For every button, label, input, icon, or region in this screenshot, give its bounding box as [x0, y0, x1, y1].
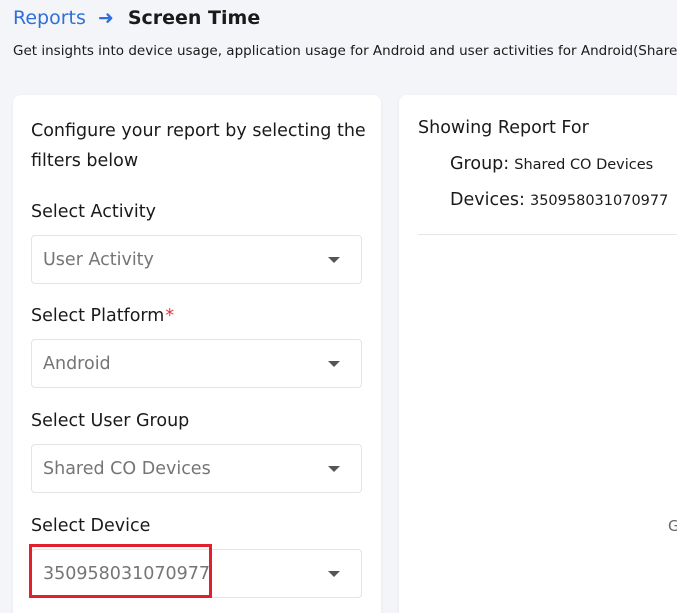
page-subtitle: Get insights into device usage, applicat…	[13, 43, 677, 59]
device-label: Select Device	[31, 516, 151, 536]
required-asterisk: *	[165, 306, 175, 326]
report-devices-label: Devices:	[450, 190, 525, 210]
user-group-label: Select User Group	[31, 411, 190, 431]
report-group-value: Shared CO Devices	[514, 157, 654, 173]
arrow-right-icon: ➜	[97, 7, 114, 29]
platform-select-value: Android	[43, 353, 111, 374]
filters-panel: Configure your report by selecting the f…	[13, 95, 381, 613]
user-group-select-value: Shared CO Devices	[43, 458, 211, 479]
report-title: Showing Report For	[418, 118, 589, 138]
report-group-label: Group:	[450, 154, 510, 174]
breadcrumb-reports-link[interactable]: Reports	[13, 7, 86, 29]
caret-down-icon	[328, 466, 340, 472]
report-panel: Showing Report For Group: Shared CO Devi…	[399, 95, 677, 613]
activity-select[interactable]: User Activity	[31, 235, 362, 284]
report-devices-row: Devices: 350958031070977	[450, 190, 668, 210]
divider	[418, 234, 677, 235]
filters-heading: Configure your report by selecting the f…	[31, 121, 366, 171]
activity-select-value: User Activity	[43, 249, 154, 270]
device-select[interactable]: 350958031070977	[31, 549, 362, 598]
caret-down-icon	[328, 361, 340, 367]
breadcrumb: Reports ➜ Screen Time	[13, 7, 260, 29]
platform-label: Select Platform*	[31, 306, 174, 326]
platform-select[interactable]: Android	[31, 339, 362, 388]
page-title: Screen Time	[127, 7, 261, 29]
report-devices-value: 350958031070977	[529, 193, 669, 209]
platform-label-text: Select Platform	[31, 306, 165, 326]
caret-down-icon	[328, 571, 340, 577]
report-edge-text: G	[668, 517, 677, 535]
caret-down-icon	[328, 257, 340, 263]
report-group-row: Group: Shared CO Devices	[450, 154, 653, 174]
device-select-value: 350958031070977	[43, 563, 211, 584]
user-group-select[interactable]: Shared CO Devices	[31, 444, 362, 493]
activity-label: Select Activity	[31, 202, 156, 222]
